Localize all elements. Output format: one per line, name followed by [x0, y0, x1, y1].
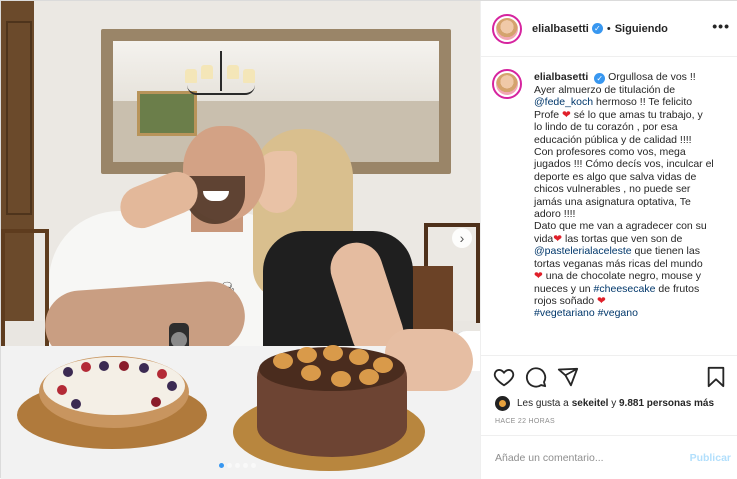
caption-line: jugados !!! Cómo decís vos, inculcar el: [534, 158, 714, 170]
caption-line: @pastelerialaceleste que tienen las: [534, 245, 700, 257]
caption-text-segment: una de chocolate negro, mouse y: [542, 270, 701, 283]
red-heart-emoji-icon: ❤: [534, 270, 543, 283]
caption-text-segment: de frutos: [655, 282, 700, 295]
comment-icon[interactable]: [525, 366, 547, 388]
caption-link[interactable]: @pastelerialaceleste: [534, 245, 632, 257]
red-heart-emoji-icon: ❤: [553, 232, 563, 245]
caption-avatar[interactable]: [492, 69, 522, 99]
caption-link[interactable]: #vegetariano: [534, 307, 595, 319]
caption-line: ❤ una de chocolate negro, mouse y: [534, 270, 701, 282]
caption-text-segment: Ayer almuerzo de titulación de: [534, 84, 676, 96]
caption-line: adoro !!!!: [534, 208, 575, 220]
caption-text-segment: deporte es algo que salva vidas de: [534, 170, 697, 183]
caption-line: lo lindo de tu corazón , por esa: [534, 121, 678, 133]
verified-badge-icon: ✓: [594, 73, 606, 84]
comment-input[interactable]: [495, 449, 675, 467]
post-photo[interactable]: ☠: [1, 1, 480, 479]
caption-line: jamás una asignatura optativa, Te: [534, 196, 691, 208]
caption-username[interactable]: elialbasetti: [534, 71, 588, 83]
publish-button[interactable]: Publicar: [690, 452, 731, 464]
post-header: elialbasetti ✓ • Siguiendo •••: [481, 1, 737, 57]
caption-line: rojos soñado ❤: [534, 295, 606, 307]
liker-avatar[interactable]: [495, 396, 510, 411]
caption-text-segment: que tienen las: [631, 245, 700, 258]
avatar[interactable]: [492, 13, 522, 44]
photo-chair: [1, 229, 49, 349]
caption-text-segment: lo lindo de tu corazón , por esa: [534, 121, 678, 134]
caption-line: deporte es algo que salva vidas de: [534, 171, 696, 183]
likes-count[interactable]: 9.881 personas más: [619, 398, 714, 409]
caption-line: vida❤ las tortas que ven son de: [534, 233, 682, 245]
red-heart-emoji-icon: ❤: [562, 108, 571, 121]
caption-link[interactable]: #vegano: [598, 307, 638, 319]
caption-body: Orgullosa de vos !! Ayer almuerzo de tit…: [534, 71, 714, 319]
caption-text-segment: Profe: [534, 108, 563, 121]
liker-username[interactable]: sekeitel: [572, 398, 609, 409]
caption-text: elialbasetti ✓ Orgullosa de vos !! Ayer …: [534, 71, 728, 355]
caption-text-segment: educación pública y de calidad !!!!: [534, 133, 692, 146]
carousel-dot: [235, 463, 240, 468]
caption-text-segment: Orgullosa de vos !!: [608, 71, 696, 83]
red-heart-emoji-icon: ❤: [597, 294, 606, 307]
caption-text-segment: vida: [534, 232, 554, 245]
carousel-next-button[interactable]: ›: [452, 228, 472, 248]
caption-text-segment: Dato que me van a agradecer con su: [534, 220, 707, 233]
author-username[interactable]: elialbasetti: [532, 23, 589, 35]
share-icon[interactable]: [557, 366, 579, 388]
post-timestamp[interactable]: HACE 22 HORAS: [495, 418, 555, 425]
carousel-dot: [219, 463, 224, 468]
more-options-icon[interactable]: •••: [712, 18, 730, 34]
post-caption: elialbasetti ✓ Orgullosa de vos !! Ayer …: [481, 57, 737, 355]
caption-line: chicos vulnerables , no puede ser: [534, 183, 690, 195]
chevron-right-icon: ›: [459, 230, 465, 246]
caption-text-segment: las tortas que ven son de: [562, 232, 683, 245]
carousel-dot: [251, 463, 256, 468]
caption-line: Ayer almuerzo de titulación de: [534, 84, 675, 96]
caption-text-segment: adoro !!!!: [534, 208, 576, 221]
caption-text-segment: Con profesores como vos, mega: [534, 146, 686, 159]
carousel-dot: [227, 463, 232, 468]
caption-link[interactable]: #cheesecake: [594, 283, 656, 295]
heart-icon[interactable]: [493, 366, 515, 388]
caption-line: @fede_koch hermoso !! Te felicito: [534, 96, 692, 108]
likes-summary: Les gusta a sekeitel y 9.881 personas má…: [495, 396, 714, 411]
post-sidebar: elialbasetti ✓ • Siguiendo ••• elialbase…: [480, 1, 737, 479]
caption-line: Profe ❤ sé lo que amas tu trabajo, y: [534, 109, 703, 121]
caption-line: tortas veganas más ricas del mundo: [534, 258, 703, 270]
header-separator: •: [606, 22, 611, 35]
caption-line: Con profesores como vos, mega: [534, 146, 686, 158]
caption-text-segment: jugados !!! Cómo decís vos, inculcar el: [534, 158, 714, 171]
carousel-indicator: [219, 463, 256, 468]
caption-line: #vegetariano #vegano: [534, 307, 638, 319]
caption-line: Dato que me van a agradecer con su: [534, 220, 707, 232]
caption-link[interactable]: @fede_koch: [534, 96, 593, 108]
photo-chandelier: [181, 51, 261, 106]
caption-text-segment: tortas veganas más ricas del mundo: [534, 257, 703, 270]
caption-line: educación pública y de calidad !!!!: [534, 134, 692, 146]
post-actions: Les gusta a sekeitel y 9.881 personas má…: [481, 355, 737, 445]
following-button[interactable]: Siguiendo: [615, 23, 668, 35]
caption-text-segment: hermoso !! Te felicito: [593, 96, 693, 109]
caption-text-segment: sé lo que amas tu trabajo, y: [570, 108, 703, 121]
caption-text-segment: chicos vulnerables , no puede ser: [534, 183, 691, 196]
bookmark-icon[interactable]: [705, 366, 727, 388]
caption-line: nueces y un #cheesecake de frutos: [534, 283, 699, 295]
verified-badge-icon: ✓: [591, 23, 603, 34]
caption-text-segment: rojos soñado: [534, 294, 598, 307]
caption-text-segment: jamás una asignatura optativa, Te: [534, 195, 691, 208]
caption-text-segment: nueces y un: [534, 282, 594, 295]
caption-line: Orgullosa de vos !!: [608, 71, 696, 83]
instagram-post: ☠: [0, 0, 737, 479]
comment-box: Publicar: [481, 435, 737, 479]
carousel-dot: [243, 463, 248, 468]
